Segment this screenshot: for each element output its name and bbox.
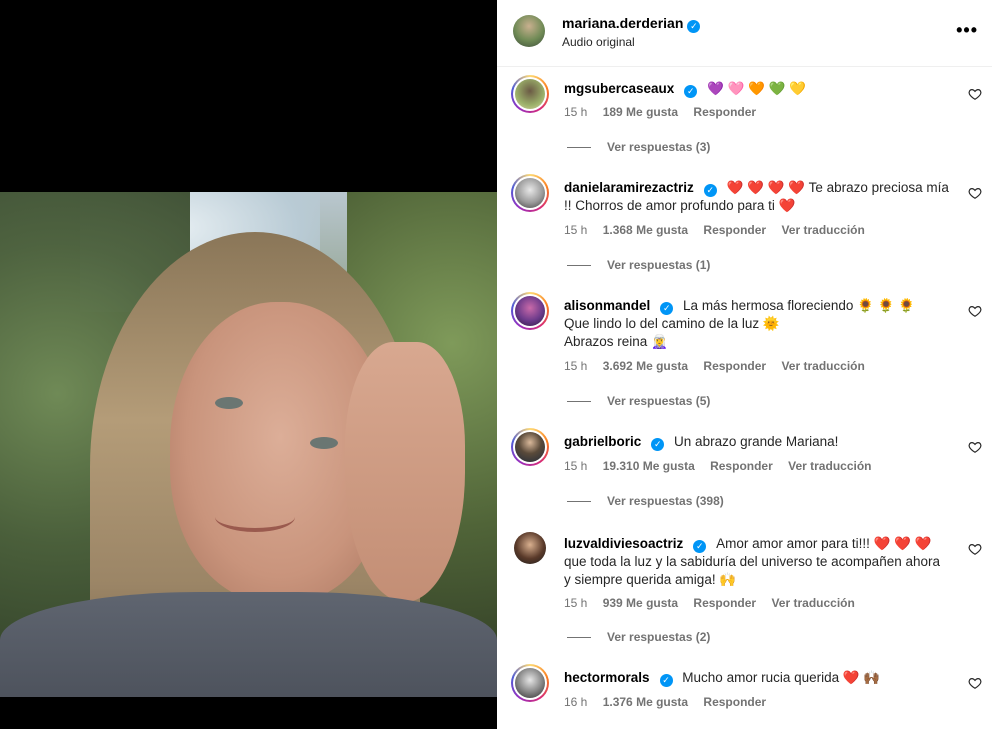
view-replies[interactable]: Ver respuestas (1) bbox=[567, 258, 710, 272]
translate-button[interactable]: Ver traducción bbox=[771, 596, 854, 610]
heart-outline-icon[interactable] bbox=[968, 440, 982, 454]
like-count[interactable]: 3.692 Me gusta bbox=[603, 359, 688, 373]
avatar[interactable] bbox=[511, 292, 549, 330]
comment-username[interactable]: danielaramirezactriz bbox=[564, 180, 694, 195]
comment-time[interactable]: 15 h bbox=[564, 105, 587, 119]
reply-button[interactable]: Responder bbox=[703, 695, 766, 709]
like-count[interactable]: 189 Me gusta bbox=[603, 105, 678, 119]
avatar[interactable] bbox=[511, 75, 549, 113]
verified-icon: ✓ bbox=[703, 184, 717, 197]
author-avatar[interactable] bbox=[513, 15, 545, 47]
more-options-icon[interactable]: ••• bbox=[956, 20, 978, 41]
reply-button[interactable]: Responder bbox=[703, 223, 766, 237]
verified-icon: ✓ bbox=[651, 438, 665, 451]
comment-username[interactable]: alisonmandel bbox=[564, 298, 650, 313]
avatar[interactable] bbox=[511, 428, 549, 466]
comment-time[interactable]: 15 h bbox=[564, 223, 587, 237]
verified-icon: ✓ bbox=[693, 540, 707, 553]
comment-username[interactable]: luzvaldiviesoactriz bbox=[564, 536, 683, 551]
heart-outline-icon[interactable] bbox=[968, 304, 982, 318]
comment-time[interactable]: 15 h bbox=[564, 459, 587, 473]
avatar[interactable] bbox=[514, 532, 546, 564]
verified-icon: ✓ bbox=[684, 85, 698, 98]
comment-text-line: Que lindo lo del camino de la luz 🌞 bbox=[564, 316, 780, 331]
post-header: mariana.derderian ✓ Audio original ••• bbox=[497, 0, 992, 67]
verified-icon: ✓ bbox=[660, 302, 674, 315]
reply-button[interactable]: Responder bbox=[693, 105, 756, 119]
view-replies[interactable]: Ver respuestas (398) bbox=[567, 494, 724, 508]
heart-outline-icon[interactable] bbox=[968, 542, 982, 556]
comment-username[interactable]: gabrielboric bbox=[564, 434, 641, 449]
reply-button[interactable]: Responder bbox=[703, 359, 766, 373]
view-replies[interactable]: Ver respuestas (5) bbox=[567, 394, 710, 408]
comment-username[interactable]: mgsubercaseaux bbox=[564, 81, 674, 96]
verified-icon: ✓ bbox=[659, 674, 673, 687]
reply-button[interactable]: Responder bbox=[710, 459, 773, 473]
heart-outline-icon[interactable] bbox=[968, 186, 982, 200]
like-count[interactable]: 19.310 Me gusta bbox=[603, 459, 695, 473]
comment-time[interactable]: 16 h bbox=[564, 695, 587, 709]
like-count[interactable]: 1.368 Me gusta bbox=[603, 223, 688, 237]
comment-text-line: La más hermosa floreciendo 🌻 🌻 🌻 bbox=[683, 298, 916, 313]
avatar[interactable] bbox=[511, 174, 549, 212]
comment-text: Un abrazo grande Mariana! bbox=[674, 434, 839, 449]
comment-text: Mucho amor rucia querida ❤️ 🙌🏾 bbox=[682, 670, 881, 685]
like-count[interactable]: 1.376 Me gusta bbox=[603, 695, 688, 709]
like-count[interactable]: 939 Me gusta bbox=[603, 596, 678, 610]
audio-label[interactable]: Audio original bbox=[562, 35, 635, 49]
comment-username[interactable]: hectormorals bbox=[564, 670, 650, 685]
heart-outline-icon[interactable] bbox=[968, 676, 982, 690]
comment-text-line: Abrazos reina 🧝‍♀️ bbox=[564, 334, 668, 349]
post-media[interactable] bbox=[0, 0, 497, 729]
reply-button[interactable]: Responder bbox=[693, 596, 756, 610]
comment-time[interactable]: 15 h bbox=[564, 596, 587, 610]
translate-button[interactable]: Ver traducción bbox=[781, 223, 864, 237]
translate-button[interactable]: Ver traducción bbox=[788, 459, 871, 473]
comment-time[interactable]: 15 h bbox=[564, 359, 587, 373]
view-replies[interactable]: Ver respuestas (2) bbox=[567, 630, 710, 644]
author-username[interactable]: mariana.derderian bbox=[562, 15, 683, 31]
translate-button[interactable]: Ver traducción bbox=[781, 359, 864, 373]
comment-text: 💜 🩷 🧡 💚 💛 bbox=[707, 81, 807, 96]
comments-panel: mariana.derderian ✓ Audio original ••• mg… bbox=[497, 0, 992, 729]
post-photo bbox=[0, 192, 497, 697]
view-replies[interactable]: Ver respuestas (3) bbox=[567, 140, 710, 154]
heart-outline-icon[interactable] bbox=[968, 87, 982, 101]
verified-icon: ✓ bbox=[687, 20, 701, 33]
avatar[interactable] bbox=[511, 664, 549, 702]
